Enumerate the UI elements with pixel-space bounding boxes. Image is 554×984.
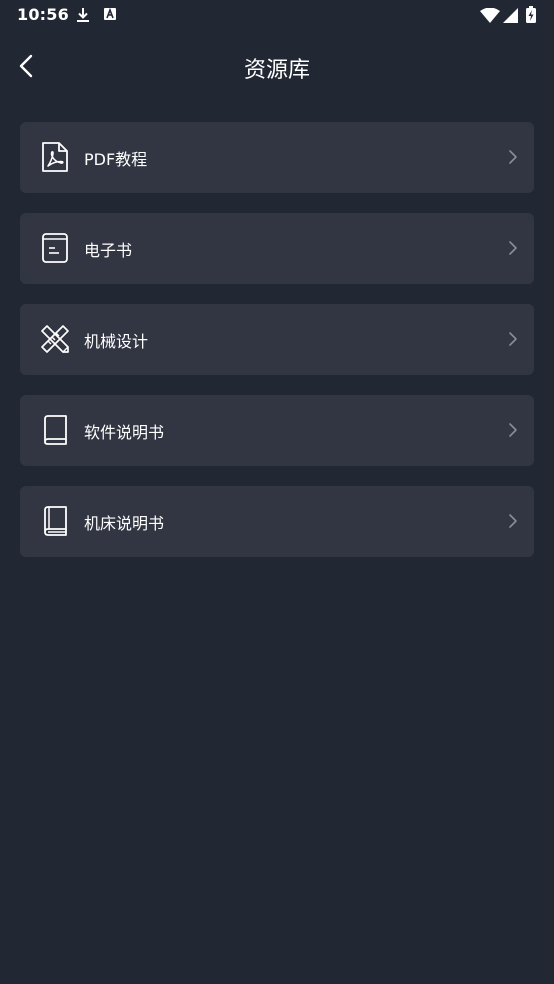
status-bar: 10:56 — [0, 0, 554, 30]
chevron-right-icon — [509, 423, 517, 437]
menu-item-mechanical-design[interactable]: 机械设计 — [20, 304, 534, 375]
chevron-right-icon — [509, 332, 517, 346]
pdf-file-icon — [42, 142, 68, 172]
manual-book-icon — [44, 506, 67, 536]
ebook-icon — [42, 233, 68, 263]
menu-item-ebooks[interactable]: 电子书 — [20, 213, 534, 284]
menu-item-software-manuals[interactable]: 软件说明书 — [20, 395, 534, 466]
menu-item-label: 电子书 — [84, 241, 133, 260]
page-title: 资源库 — [243, 58, 310, 83]
status-time: 10:56 — [17, 5, 69, 24]
chevron-right-icon — [509, 241, 517, 255]
chevron-right-icon — [509, 150, 517, 164]
a-notification-icon — [104, 7, 116, 20]
book-icon — [44, 415, 67, 445]
menu-list: PDF教程 电子书 机械设计 软件说明书 机床说明书 — [20, 122, 534, 577]
menu-item-pdf-tutorials[interactable]: PDF教程 — [20, 122, 534, 193]
chevron-right-icon — [509, 514, 517, 528]
pencil-ruler-icon — [41, 325, 69, 353]
menu-item-label: 软件说明书 — [84, 423, 165, 442]
header: 资源库 — [0, 38, 554, 96]
download-icon — [77, 8, 89, 22]
menu-item-label: 机床说明书 — [84, 514, 165, 533]
menu-item-label: 机械设计 — [84, 332, 149, 351]
menu-item-label: PDF教程 — [84, 150, 148, 169]
wifi-icon — [480, 8, 500, 23]
signal-icon — [503, 8, 518, 23]
battery-charging-icon — [526, 6, 536, 23]
menu-item-machine-tool-manuals[interactable]: 机床说明书 — [20, 486, 534, 557]
